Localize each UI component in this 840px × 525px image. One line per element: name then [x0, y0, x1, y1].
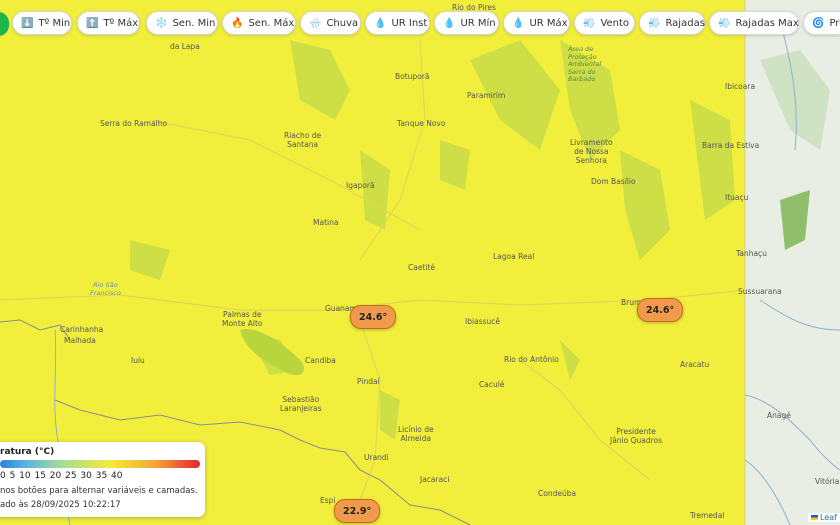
place-label: Caculé: [479, 380, 505, 389]
rajadas-button[interactable]: 💨 Rajadas: [639, 11, 705, 35]
place-label: Presidente Jânio Quadros: [610, 427, 663, 445]
wind-icon: 💨: [583, 17, 596, 29]
place-label: Candiba: [305, 356, 336, 365]
place-label: Barra da Estiva: [702, 141, 760, 150]
leaflet-attribution[interactable]: Leaf: [808, 513, 840, 522]
ur-min-button[interactable]: 💧 UR Mín: [434, 11, 499, 35]
button-label: Pre: [829, 17, 840, 29]
place-label: Tremedal: [690, 511, 725, 520]
place-label: Licínio de Almeida: [398, 425, 434, 443]
place-label: da Lapa: [170, 42, 200, 51]
place-label: Ituaçu: [725, 193, 749, 202]
place-label: Carinhanha: [60, 325, 104, 334]
legend-hint: nos botões para alternar variáveis e cam…: [0, 486, 198, 496]
pressao-button[interactable]: 🌀 Pre: [803, 11, 840, 35]
wind-icon: 💨: [648, 17, 661, 29]
button-label: Chuva: [326, 17, 359, 29]
arrow-up-icon: ⬆️: [86, 17, 99, 29]
button-label: Rajadas Max: [735, 17, 799, 29]
ur-max-button[interactable]: 💧 UR Máx: [503, 11, 570, 35]
wind-icon: 💨: [718, 17, 731, 29]
place-label: Vitória: [815, 477, 840, 486]
tmin-button[interactable]: ⬇️ Tº Min: [12, 11, 72, 35]
snowflake-icon: ❄️: [155, 17, 168, 29]
droplet-icon: 💧: [374, 17, 387, 29]
place-label: Tanque Novo: [397, 119, 446, 128]
button-label: UR Máx: [529, 17, 568, 29]
place-label: Riacho de Santana: [284, 131, 322, 149]
temperature-marker[interactable]: 24.6°: [350, 305, 397, 329]
place-label: Dom Basílio: [591, 177, 636, 186]
variable-toolbar: ⬇️ Tº Min ⬆️ Tº Máx ❄️ Sen. Min 🔥 Sen. Máx 🌧…: [0, 11, 840, 37]
legend-title: ratura (°C): [0, 447, 55, 457]
place-label: Sussuarana: [738, 287, 782, 296]
ur-inst-button[interactable]: 💧 UR Inst: [365, 11, 430, 35]
place-label: Ibiassucê: [465, 317, 500, 326]
place-label: Caetité: [408, 263, 436, 272]
rain-icon: 🌧️: [309, 17, 322, 29]
place-label: Palmas de Monte Alto: [222, 310, 263, 328]
sen-max-button[interactable]: 🔥 Sen. Máx: [222, 11, 296, 35]
place-label: Malhada: [64, 336, 96, 345]
chuva-button[interactable]: 🌧️ Chuva: [300, 11, 361, 35]
place-label: Espi: [320, 496, 336, 505]
place-label: Aracatu: [680, 360, 710, 369]
button-label: Vento: [600, 17, 630, 29]
button-label: Tº Min: [38, 17, 71, 29]
place-label: Urandi: [364, 453, 389, 462]
button-label: Tº Máx: [103, 17, 139, 29]
temperature-marker[interactable]: 24.6°: [637, 298, 684, 322]
place-label: Iuiu: [131, 356, 145, 365]
button-label: UR Mín: [460, 17, 496, 29]
vento-button[interactable]: 💨 Vento: [574, 11, 635, 35]
place-label: Serra do Ramalho: [100, 119, 168, 128]
place-label: Livramento de Nossa Senhora: [570, 138, 613, 165]
river-label: Rio São Francisco: [90, 281, 121, 297]
place-label: Igaporã: [346, 181, 375, 190]
place-label: Ibicoara: [725, 82, 756, 91]
place-label: Sebastião Laranjeiras: [280, 395, 322, 413]
rajadas-max-button[interactable]: 💨 Rajadas Max: [709, 11, 799, 35]
droplet-icon: 💧: [512, 17, 525, 29]
place-label: Matina: [313, 218, 339, 227]
place-label: Botuporã: [395, 72, 430, 81]
place-label: Condeúba: [538, 489, 577, 498]
arrow-down-icon: ⬇️: [21, 17, 34, 29]
place-label: Rio do Antônio: [504, 355, 559, 364]
button-label: Sen. Máx: [248, 17, 295, 29]
protected-area-label: Área de Proteção Ambiental Serra do Barb…: [568, 45, 602, 83]
legend-updated: ado às 28/09/2025 10:22:17: [0, 500, 121, 510]
place-label: Paramirim: [467, 91, 506, 100]
temperature-marker[interactable]: 22.9°: [334, 499, 381, 523]
sen-min-button[interactable]: ❄️ Sen. Min: [146, 11, 218, 35]
attribution-link[interactable]: Leaf: [820, 513, 837, 522]
pressure-icon: 🌀: [812, 17, 825, 29]
flag-icon: [811, 515, 818, 520]
place-label: Tanhaçu: [736, 249, 767, 258]
tmax-button[interactable]: ⬆️ Tº Máx: [77, 11, 140, 35]
place-label: Pindaí: [357, 377, 380, 386]
button-label: UR Inst: [391, 17, 428, 29]
fire-icon: 🔥: [231, 17, 244, 29]
droplet-icon: 💧: [443, 17, 456, 29]
place-label: Anagé: [767, 411, 791, 420]
temperature-legend: ratura (°C) 0 5 10 15 20 25 30 35 40 nos…: [0, 442, 205, 517]
button-label: Sen. Min: [172, 17, 216, 29]
place-label: Lagoa Real: [493, 252, 535, 261]
legend-color-scale: [0, 460, 200, 468]
legend-ticks: 0 5 10 15 20 25 30 35 40: [0, 471, 123, 481]
place-label: Jacaraci: [420, 475, 450, 484]
button-label: Rajadas: [665, 17, 705, 29]
